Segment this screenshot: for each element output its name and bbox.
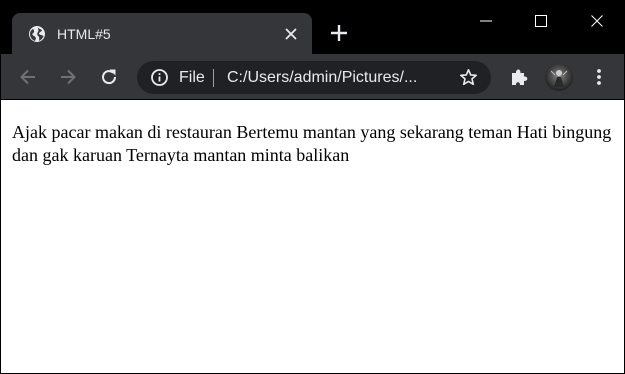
toolbar: File C:/Users/admin/Pictures/... (1, 54, 624, 100)
address-bar[interactable]: File C:/Users/admin/Pictures/... (137, 61, 491, 94)
reload-icon (102, 69, 117, 85)
divider (213, 69, 214, 87)
tab-strip: HTML#5 (1, 1, 624, 54)
close-icon[interactable] (283, 26, 299, 42)
minimize-button[interactable] (474, 9, 498, 33)
info-icon[interactable] (150, 68, 169, 87)
page-paragraph: Ajak pacar makan di restauran Bertemu ma… (12, 122, 612, 165)
url-text[interactable]: C:/Users/admin/Pictures/... (227, 68, 417, 87)
kebab-menu-icon[interactable] (589, 67, 609, 87)
reload-button[interactable] (98, 66, 120, 88)
close-icon (591, 15, 603, 27)
star-icon[interactable] (459, 68, 478, 87)
scheme-label: File (179, 69, 205, 86)
minimize-icon (480, 20, 492, 22)
arrow-right-icon (61, 69, 76, 85)
arrow-left-icon (20, 69, 35, 85)
tab-title: HTML#5 (57, 26, 111, 42)
globe-icon (28, 25, 46, 43)
avatar[interactable] (545, 63, 573, 91)
maximize-button[interactable] (529, 9, 553, 33)
puzzle-icon[interactable] (509, 67, 529, 87)
page-content: Ajak pacar makan di restauran Bertemu ma… (1, 100, 624, 373)
back-button[interactable] (17, 66, 39, 88)
forward-button[interactable] (57, 66, 79, 88)
maximize-icon (535, 15, 547, 27)
new-tab-button[interactable] (329, 23, 349, 43)
tab-active[interactable]: HTML#5 (12, 13, 312, 54)
window-close-button[interactable] (585, 9, 609, 33)
plus-icon (331, 25, 347, 41)
browser-window: HTML#5 File C:/Users/admin/Pictures/... … (0, 0, 625, 374)
